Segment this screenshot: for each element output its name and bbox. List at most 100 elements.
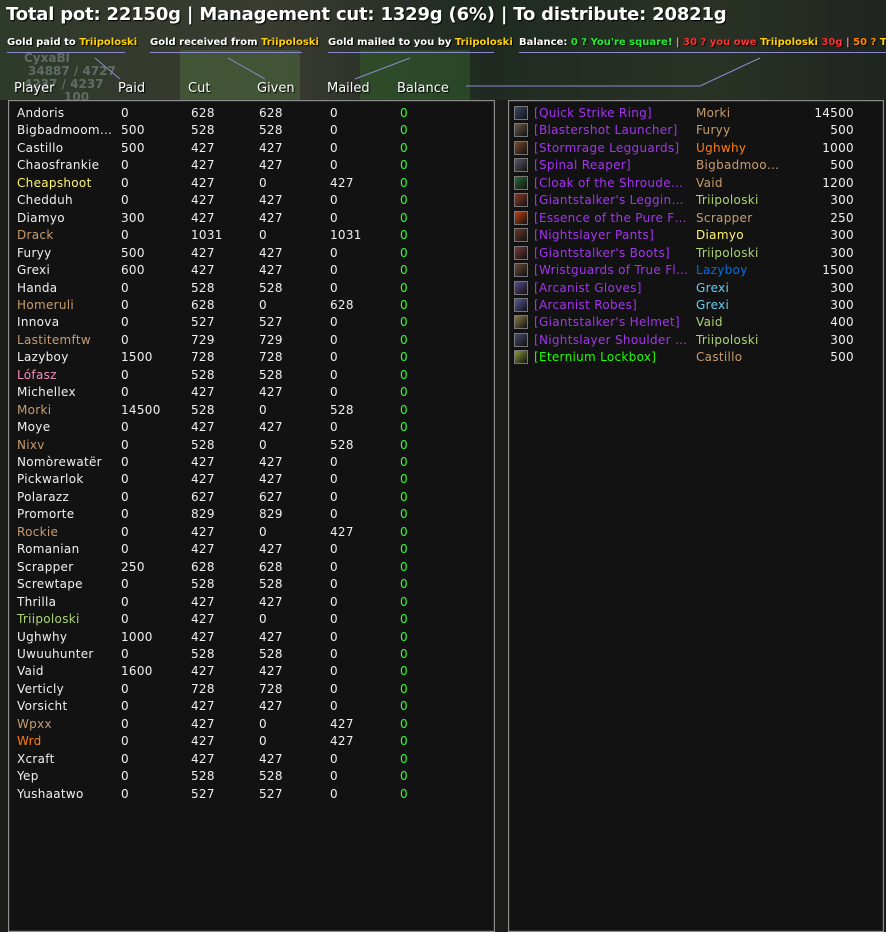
table-row[interactable]: Morki 14500 528 0 528 0: [9, 402, 492, 419]
table-row[interactable]: Homeruli 0 628 0 628 0: [9, 297, 492, 314]
cut-cell: 728: [191, 350, 215, 365]
header-paid[interactable]: Paid: [118, 81, 145, 96]
table-row[interactable]: Screwtape 0 528 528 0 0: [9, 576, 492, 593]
loot-row[interactable]: [Blastershot Launcher] Furyy 500: [509, 122, 883, 139]
winner-name: Ughwhy: [696, 140, 747, 155]
table-row[interactable]: Cheapshoot 0 427 0 427 0: [9, 175, 492, 192]
table-row[interactable]: Ughwhy 1000 427 427 0 0: [9, 629, 492, 646]
mailed-cell: 0: [330, 385, 338, 400]
table-row[interactable]: Chedduh 0 427 427 0 0: [9, 192, 492, 209]
table-row[interactable]: Promorte 0 829 829 0 0: [9, 506, 492, 523]
given-cell: 0: [259, 297, 267, 312]
loot-row[interactable]: [Stormrage Legguards] Ughwhy 1000: [509, 140, 883, 157]
table-row[interactable]: Thrilla 0 427 427 0 0: [9, 594, 492, 611]
legs-icon: [514, 228, 528, 243]
table-row[interactable]: Furyy 500 427 427 0 0: [9, 245, 492, 262]
loot-row[interactable]: [Giantstalker's Helmet] Vaid 400: [509, 314, 883, 331]
item-link[interactable]: [Blastershot Launcher]: [534, 123, 690, 137]
table-row[interactable]: Vorsicht 0 427 427 0 0: [9, 698, 492, 715]
table-row[interactable]: Nixv 0 528 0 528 0: [9, 437, 492, 454]
loot-row[interactable]: [Quick Strike Ring] Morki 14500: [509, 105, 883, 122]
table-row[interactable]: Uwuuhunter 0 528 528 0 0: [9, 646, 492, 663]
header-mailed[interactable]: Mailed: [327, 81, 370, 96]
item-link[interactable]: [Giantstalker's Helmet]: [534, 315, 690, 329]
winner-name: Vaid: [696, 175, 723, 190]
table-row[interactable]: Innova 0 527 527 0 0: [9, 314, 492, 331]
table-row[interactable]: Wpxx 0 427 0 427 0: [9, 716, 492, 733]
table-row[interactable]: Diamyo 300 427 427 0 0: [9, 210, 492, 227]
table-row[interactable]: Romanian 0 427 427 0 0: [9, 541, 492, 558]
loot-row[interactable]: [Essence of the Pure Fl… Scrapper 250: [509, 210, 883, 227]
loot-row[interactable]: [Nightslayer Pants] Diamyo 300: [509, 227, 883, 244]
balance-cell: 0: [400, 367, 408, 382]
table-row[interactable]: Michellex 0 427 427 0 0: [9, 384, 492, 401]
balance-cell: 0: [400, 332, 408, 347]
cut-cell: 528: [191, 123, 215, 138]
loot-row[interactable]: [Wristguards of True Fl… Lazyboy 1500: [509, 262, 883, 279]
header-player[interactable]: Player: [14, 81, 54, 96]
item-link[interactable]: [Stormrage Legguards]: [534, 141, 690, 155]
item-link[interactable]: [Wristguards of True Fl…: [534, 263, 690, 277]
table-row[interactable]: Drack 0 1031 0 1031 0: [9, 227, 492, 244]
table-row[interactable]: Xcraft 0 427 427 0 0: [9, 751, 492, 768]
item-link[interactable]: [Arcanist Robes]: [534, 298, 690, 312]
item-link[interactable]: [Nightslayer Shoulder P…: [534, 333, 690, 347]
table-row[interactable]: Yushaatwo 0 527 527 0 0: [9, 786, 492, 803]
item-link[interactable]: [Cloak of the Shrouded…: [534, 176, 690, 190]
table-row[interactable]: Handa 0 528 528 0 0: [9, 280, 492, 297]
loot-row[interactable]: [Arcanist Gloves] Grexi 300: [509, 280, 883, 297]
table-row[interactable]: Nomòrewatër 0 427 427 0 0: [9, 454, 492, 471]
table-row[interactable]: Polarazz 0 627 627 0 0: [9, 489, 492, 506]
player-name-cell: Ughwhy: [17, 629, 68, 644]
table-row[interactable]: Andoris 0 628 628 0 0: [9, 105, 492, 122]
loot-row[interactable]: [Cloak of the Shrouded… Vaid 1200: [509, 175, 883, 192]
table-row[interactable]: Wrd 0 427 0 427 0: [9, 733, 492, 750]
cut-cell: 427: [191, 594, 215, 609]
mailed-cell: 0: [330, 367, 338, 382]
paid-cell: 0: [121, 228, 129, 243]
table-row[interactable]: Chaosfrankie 0 427 427 0 0: [9, 157, 492, 174]
table-row[interactable]: Vaid 1600 427 427 0 0: [9, 663, 492, 680]
given-cell: 427: [259, 158, 283, 173]
table-row[interactable]: Bigbadmoom… 500 528 528 0 0: [9, 122, 492, 139]
item-link[interactable]: [Quick Strike Ring]: [534, 106, 690, 120]
table-row[interactable]: Lófasz 0 528 528 0 0: [9, 367, 492, 384]
table-row[interactable]: Scrapper 250 628 628 0 0: [9, 559, 492, 576]
player-name-cell: Homeruli: [17, 297, 75, 312]
item-link[interactable]: [Spinal Reaper]: [534, 158, 690, 172]
table-row[interactable]: Moye 0 427 427 0 0: [9, 419, 492, 436]
loot-row[interactable]: [Giantstalker's Boots] Triipoloski 300: [509, 245, 883, 262]
given-cell: 728: [259, 350, 283, 365]
table-row[interactable]: Lastitemftw 0 729 729 0 0: [9, 332, 492, 349]
legs-icon: [514, 193, 528, 208]
item-link[interactable]: [Giantstalker's Leggings]: [534, 193, 690, 207]
table-row[interactable]: Triipoloski 0 427 0 0 0: [9, 611, 492, 628]
table-row[interactable]: Verticly 0 728 728 0 0: [9, 681, 492, 698]
header-balance[interactable]: Balance: [397, 81, 449, 96]
cut-cell: 427: [191, 629, 215, 644]
item-link[interactable]: [Essence of the Pure Fl…: [534, 211, 690, 225]
header-cut[interactable]: Cut: [188, 81, 210, 96]
item-link[interactable]: [Eternium Lockbox]: [534, 350, 690, 364]
loot-row[interactable]: [Giantstalker's Leggings] Triipoloski 300: [509, 192, 883, 209]
item-link[interactable]: [Arcanist Gloves]: [534, 281, 690, 295]
player-name-cell: Chedduh: [17, 193, 73, 208]
paid-cell: 0: [121, 751, 129, 766]
table-row[interactable]: Castillo 500 427 427 0 0: [9, 140, 492, 157]
loot-row[interactable]: [Eternium Lockbox] Castillo 500: [509, 349, 883, 366]
table-row[interactable]: Rockie 0 427 0 427 0: [9, 524, 492, 541]
table-row[interactable]: Lazyboy 1500 728 728 0 0: [9, 349, 492, 366]
header-given[interactable]: Given: [257, 81, 295, 96]
item-link[interactable]: [Nightslayer Pants]: [534, 228, 690, 242]
table-row[interactable]: Grexi 600 427 427 0 0: [9, 262, 492, 279]
loot-row[interactable]: [Arcanist Robes] Grexi 300: [509, 297, 883, 314]
loot-row[interactable]: [Spinal Reaper] Bigbadmoo… 500: [509, 157, 883, 174]
given-cell: 528: [259, 367, 283, 382]
table-row[interactable]: Pickwarlok 0 427 427 0 0: [9, 471, 492, 488]
item-link[interactable]: [Giantstalker's Boots]: [534, 246, 690, 260]
table-row[interactable]: Yep 0 528 528 0 0: [9, 768, 492, 785]
paid-cell: 0: [121, 769, 129, 784]
paid-cell: 500: [121, 123, 145, 138]
loot-row[interactable]: [Nightslayer Shoulder P… Triipoloski 300: [509, 332, 883, 349]
mailed-cell: 0: [330, 699, 338, 714]
